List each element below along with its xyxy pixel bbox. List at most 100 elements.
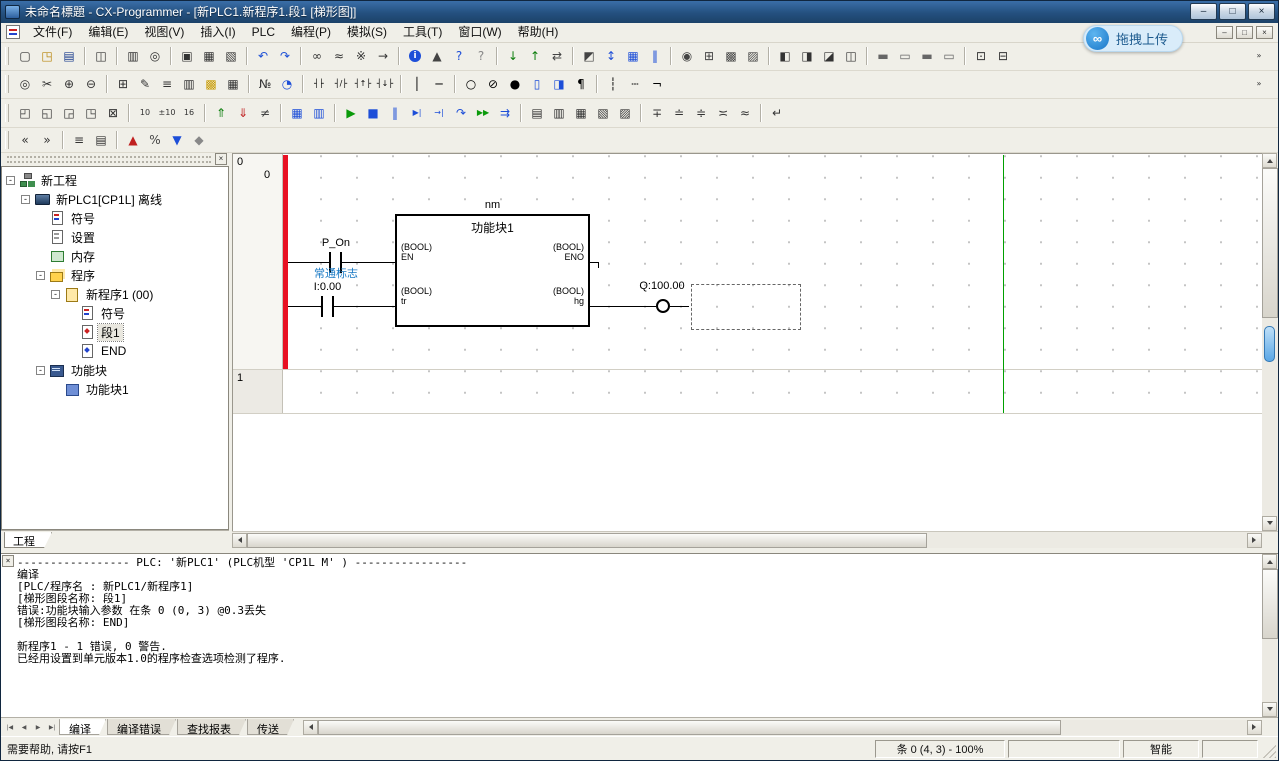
coil-set-button[interactable]: ●	[504, 74, 526, 94]
output-coil[interactable]	[656, 299, 670, 313]
transfer-from-plc-button[interactable]: ↑	[524, 46, 546, 66]
tree-item-2[interactable]: 符号	[2, 209, 228, 228]
tile-h-button[interactable]: ◲	[58, 103, 80, 123]
toolbar-d-button[interactable]: ▭	[938, 46, 960, 66]
new-button[interactable]: ▢	[14, 46, 36, 66]
output-tab-2[interactable]: 查找报表	[177, 719, 246, 735]
stop-button[interactable]: ■	[362, 103, 384, 123]
scroll-down-button[interactable]	[1262, 516, 1277, 531]
output-text[interactable]: × ----------------- PLC: '新PLC1' (PLC机型 …	[1, 554, 1262, 717]
io-comment-button[interactable]: ▨	[742, 46, 764, 66]
paste-special-button[interactable]: ▧	[220, 46, 242, 66]
highlight-button[interactable]: ▩	[200, 74, 222, 94]
output-tab-1[interactable]: 编译错误	[107, 719, 176, 735]
scan-run-button[interactable]: ⇉	[494, 103, 516, 123]
memory-3-button[interactable]: ▦	[570, 103, 592, 123]
output-scroll-down-button[interactable]	[1262, 702, 1277, 717]
monitor-button[interactable]: ▦	[622, 46, 644, 66]
memory-5-button[interactable]: ▨	[614, 103, 636, 123]
run-button[interactable]: ▶	[340, 103, 362, 123]
tree-expander[interactable]: -	[6, 176, 15, 185]
output-scroll-up-button[interactable]	[1262, 554, 1277, 569]
output-tab-0[interactable]: 编译	[59, 719, 106, 735]
goto-button[interactable]: →	[372, 46, 394, 66]
close-window-button[interactable]: ⊠	[102, 103, 124, 123]
ladder-cursor[interactable]	[691, 284, 801, 330]
monitor-2-button[interactable]: ▥	[308, 103, 330, 123]
paste-button[interactable]: ▦	[198, 46, 220, 66]
output-tab-next-button[interactable]: ▶	[31, 720, 45, 734]
invert-button[interactable]: ¬	[646, 74, 668, 94]
cut-button[interactable]: ✂	[36, 74, 58, 94]
compare-plc-button[interactable]: ⇄	[546, 46, 568, 66]
hscroll-thumb[interactable]	[247, 533, 927, 548]
rung-list-button[interactable]: ≡	[156, 74, 178, 94]
cross-reference-button[interactable]: ⊞	[698, 46, 720, 66]
maximize-button[interactable]: □	[1219, 3, 1246, 20]
menu-item-4[interactable]: PLC	[244, 23, 283, 41]
toolbar-a-button[interactable]: ▬	[872, 46, 894, 66]
toolbar-b-button[interactable]: ▭	[894, 46, 916, 66]
contact-close-button[interactable]: ┤/├	[330, 74, 352, 94]
edit-comment-button[interactable]: ✎	[134, 74, 156, 94]
instruction-button[interactable]: ¶	[570, 74, 592, 94]
tab-project[interactable]: 工程	[4, 532, 52, 548]
step-over-button[interactable]: ↷	[450, 103, 472, 123]
tree-item-10[interactable]: -功能块	[2, 361, 228, 380]
force-off-button[interactable]: ⇓	[232, 103, 254, 123]
hscroll-track[interactable]	[247, 533, 1247, 548]
line-vertical-button[interactable]: │	[406, 74, 428, 94]
close-button[interactable]: ×	[1248, 3, 1275, 20]
memory-4-button[interactable]: ▧	[592, 103, 614, 123]
output-tab-3[interactable]: 传送	[247, 719, 294, 735]
tile-horizontal-button[interactable]: ◪	[818, 46, 840, 66]
compile-button[interactable]: ◩	[578, 46, 600, 66]
delete-horizontal-button[interactable]: ┄	[624, 74, 646, 94]
rung-1-margin[interactable]: 1	[233, 370, 283, 413]
tree-item-4[interactable]: 内存	[2, 247, 228, 266]
print-button[interactable]: ▥	[122, 46, 144, 66]
output-close-button[interactable]: ×	[2, 555, 14, 567]
hex-button[interactable]: 16	[178, 103, 200, 123]
output-hscroll-track[interactable]	[318, 720, 1247, 735]
mark-down-button[interactable]: ▼	[166, 130, 188, 150]
zoom-tool-button[interactable]: ◎	[14, 74, 36, 94]
diff-2-button[interactable]: ≐	[668, 103, 690, 123]
options-button[interactable]: ⊟	[992, 46, 1014, 66]
diff-4-button[interactable]: ≍	[712, 103, 734, 123]
address-ref-tool-button[interactable]: №	[254, 74, 276, 94]
menu-item-0[interactable]: 文件(F)	[25, 23, 80, 41]
menu-item-7[interactable]: 工具(T)	[395, 23, 450, 41]
info-button[interactable]: i	[404, 46, 426, 66]
percent-button[interactable]: %	[144, 130, 166, 150]
line-horizontal-button[interactable]: ─	[428, 74, 450, 94]
output-scroll-right-button[interactable]	[1247, 720, 1262, 735]
ladder-hscrollbar[interactable]	[232, 531, 1262, 548]
tree-item-0[interactable]: -新工程	[2, 171, 228, 190]
cascade-button[interactable]: ◱	[36, 103, 58, 123]
resize-grip[interactable]	[1261, 743, 1276, 758]
menu-item-3[interactable]: 插入(I)	[192, 23, 243, 41]
diff-5-button[interactable]: ≈	[734, 103, 756, 123]
pause-monitor-button[interactable]: ‖	[644, 46, 666, 66]
tree-expander[interactable]: -	[36, 271, 45, 280]
output-tab-last-button[interactable]: ▶|	[45, 720, 59, 734]
fb-parameter-button[interactable]: ◨	[548, 74, 570, 94]
mark-up-button[interactable]: ▲	[122, 130, 144, 150]
tree-item-6[interactable]: -新程序1 (00)	[2, 285, 228, 304]
output-hscrollbar[interactable]	[303, 720, 1262, 735]
tree-expander[interactable]: -	[36, 366, 45, 375]
menu-item-6[interactable]: 模拟(S)	[339, 23, 395, 41]
clock-button[interactable]: ◔	[276, 74, 298, 94]
upload-overlay[interactable]: ∞ 拖拽上传	[1083, 25, 1183, 52]
find-button[interactable]: ∞	[306, 46, 328, 66]
redo-button[interactable]: ↷	[274, 46, 296, 66]
tree-item-5[interactable]: -程序	[2, 266, 228, 285]
tree-item-8[interactable]: 段1	[2, 323, 228, 342]
output-tab-first-button[interactable]: |◀	[3, 720, 17, 734]
grid-button[interactable]: ⊞	[112, 74, 134, 94]
output-vscroll-track[interactable]	[1262, 569, 1278, 702]
vscroll-thumb[interactable]	[1262, 168, 1278, 318]
mark-diamond-button[interactable]: ◆	[188, 130, 210, 150]
child-minimize-button[interactable]: –	[1216, 26, 1233, 39]
